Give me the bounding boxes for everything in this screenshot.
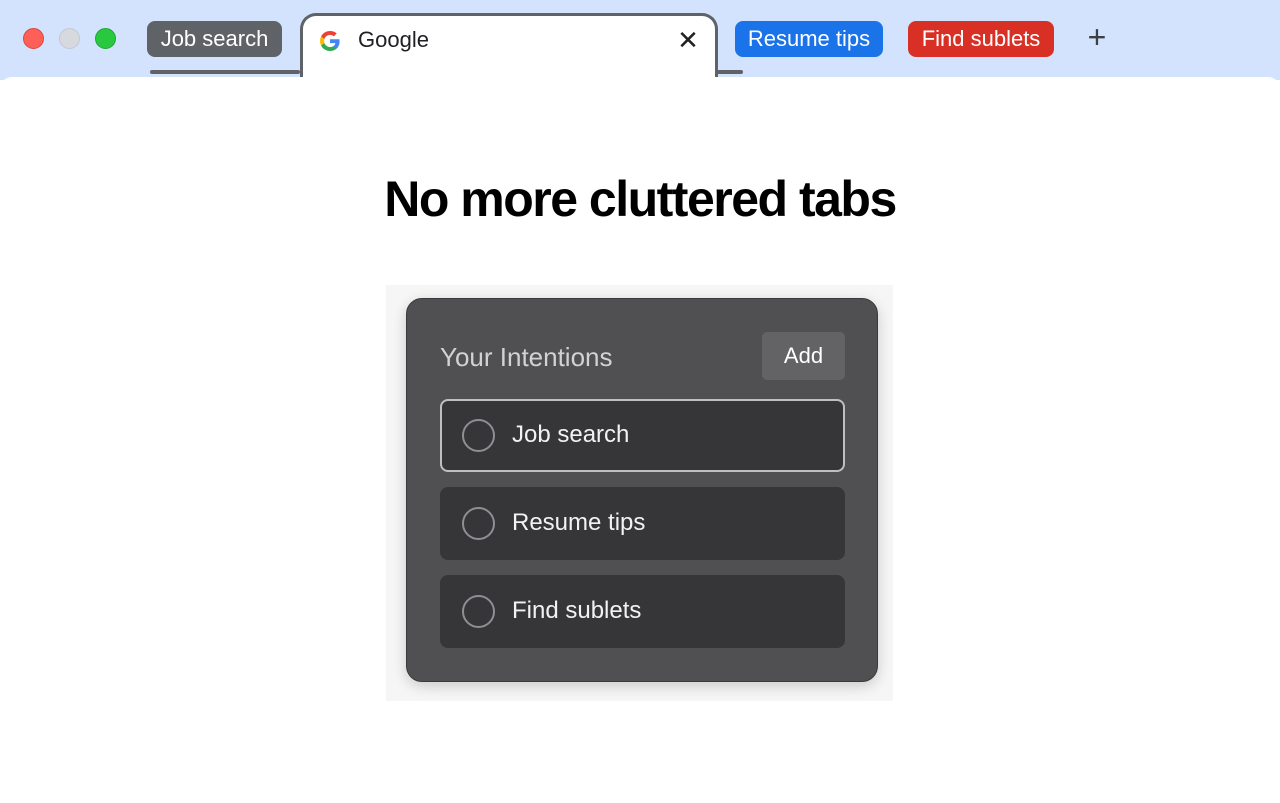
panel-title: Your Intentions	[440, 342, 613, 372]
window-minimize-button[interactable]	[59, 28, 80, 49]
intention-label: Find sublets	[512, 597, 642, 624]
intention-item-job-search[interactable]: Job search	[440, 399, 845, 472]
intentions-panel: Your Intentions Add Job search Resume ti…	[406, 298, 878, 682]
window-maximize-button[interactable]	[95, 28, 116, 49]
tab-group-resume-tips[interactable]: Resume tips	[735, 21, 883, 57]
radio-circle-icon[interactable]	[462, 595, 495, 628]
radio-circle-icon[interactable]	[462, 419, 495, 452]
tab-group-job-search[interactable]: Job search	[147, 21, 282, 57]
tab-title: Google	[358, 27, 429, 52]
intention-item-find-sublets[interactable]: Find sublets	[440, 575, 845, 648]
new-tab-icon[interactable]: +	[1082, 21, 1112, 53]
tab-group-underline	[150, 70, 300, 74]
google-g-icon	[320, 31, 340, 51]
tab-group-underline	[717, 70, 743, 74]
browser-window: Job search Google ✕ Resume tips Find sub…	[0, 0, 1280, 803]
intention-label: Job search	[512, 421, 630, 448]
window-close-button[interactable]	[23, 28, 44, 49]
intention-item-resume-tips[interactable]: Resume tips	[440, 487, 845, 560]
add-intention-button[interactable]: Add	[762, 332, 845, 380]
tab-group-find-sublets[interactable]: Find sublets	[908, 21, 1054, 57]
tab-close-icon[interactable]: ✕	[676, 26, 700, 54]
tab-strip: Job search Google ✕ Resume tips Find sub…	[0, 0, 1280, 89]
radio-circle-icon[interactable]	[462, 507, 495, 540]
intention-label: Resume tips	[512, 509, 646, 536]
page-headline: No more cluttered tabs	[384, 171, 897, 227]
